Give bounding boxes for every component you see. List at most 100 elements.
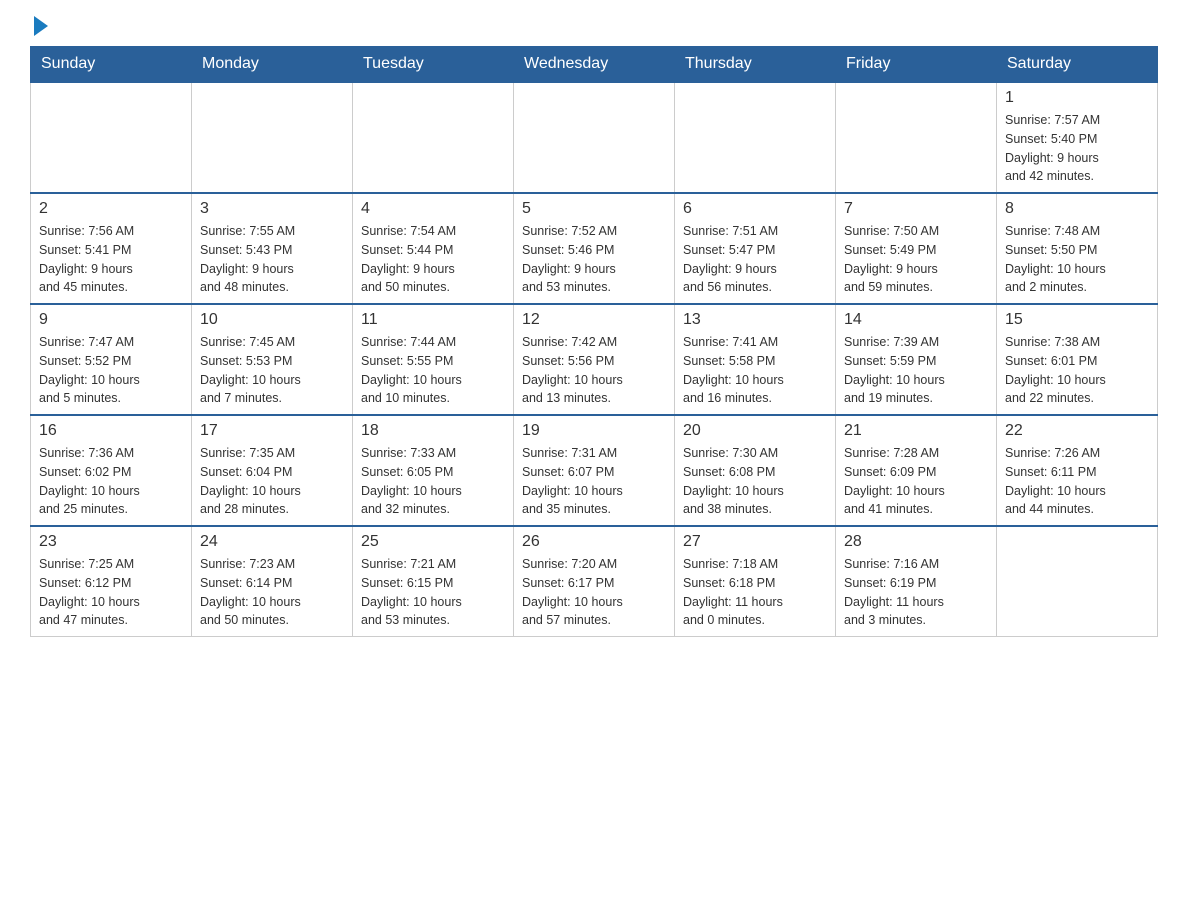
day-info: Sunrise: 7:39 AM Sunset: 5:59 PM Dayligh… [844, 333, 988, 408]
calendar-week-row: 1Sunrise: 7:57 AM Sunset: 5:40 PM Daylig… [31, 82, 1158, 193]
day-number: 4 [361, 200, 505, 218]
day-number: 2 [39, 200, 183, 218]
day-info: Sunrise: 7:33 AM Sunset: 6:05 PM Dayligh… [361, 444, 505, 519]
day-number: 12 [522, 311, 666, 329]
day-info: Sunrise: 7:44 AM Sunset: 5:55 PM Dayligh… [361, 333, 505, 408]
day-number: 14 [844, 311, 988, 329]
calendar-day-cell [353, 82, 514, 193]
calendar-day-cell: 13 Sunrise: 7:41 AM Sunset: 5:58 PM Dayli… [675, 304, 836, 415]
calendar-day-header: Tuesday [353, 47, 514, 83]
calendar-day-cell: 22 Sunrise: 7:26 AM Sunset: 6:11 PM Dayli… [997, 415, 1158, 526]
day-info: Sunrise: 7:52 AM Sunset: 5:46 PM Dayligh… [522, 222, 666, 297]
calendar-week-row: 23Sunrise: 7:25 AM Sunset: 6:12 PM Dayli… [31, 526, 1158, 637]
calendar-day-cell: 12 Sunrise: 7:42 AM Sunset: 5:56 PM Dayli… [514, 304, 675, 415]
day-info: Sunrise: 7:30 AM Sunset: 6:08 PM Dayligh… [683, 444, 827, 519]
day-number: 17 [200, 422, 344, 440]
day-number: 19 [522, 422, 666, 440]
calendar-day-cell: 9 Sunrise: 7:47 AM Sunset: 5:52 PM Daylig… [31, 304, 192, 415]
day-number: 15 [1005, 311, 1149, 329]
day-number: 23 [39, 533, 183, 551]
calendar-day-cell: 19 Sunrise: 7:31 AM Sunset: 6:07 PM Dayli… [514, 415, 675, 526]
day-info: Sunrise: 7:45 AM Sunset: 5:53 PM Dayligh… [200, 333, 344, 408]
day-info: Sunrise: 7:56 AM Sunset: 5:41 PM Dayligh… [39, 222, 183, 297]
day-number: 21 [844, 422, 988, 440]
calendar-day-cell [514, 82, 675, 193]
calendar-day-cell: 14 Sunrise: 7:39 AM Sunset: 5:59 PM Dayli… [836, 304, 997, 415]
calendar-week-row: 2 Sunrise: 7:56 AM Sunset: 5:41 PM Daylig… [31, 193, 1158, 304]
day-number: 6 [683, 200, 827, 218]
day-number: 25 [361, 533, 505, 551]
calendar-day-cell: 16 Sunrise: 7:36 AM Sunset: 6:02 PM Dayli… [31, 415, 192, 526]
calendar-day-cell: 5 Sunrise: 7:52 AM Sunset: 5:46 PM Daylig… [514, 193, 675, 304]
day-info: Sunrise: 7:54 AM Sunset: 5:44 PM Dayligh… [361, 222, 505, 297]
day-info: Sunrise: 7:48 AM Sunset: 5:50 PM Dayligh… [1005, 222, 1149, 297]
day-number: 7 [844, 200, 988, 218]
calendar-day-cell: 2 Sunrise: 7:56 AM Sunset: 5:41 PM Daylig… [31, 193, 192, 304]
calendar-day-header: Sunday [31, 47, 192, 83]
calendar-day-cell [31, 82, 192, 193]
day-number: 5 [522, 200, 666, 218]
calendar-day-cell [997, 526, 1158, 637]
calendar-day-cell: 21 Sunrise: 7:28 AM Sunset: 6:09 PM Dayli… [836, 415, 997, 526]
day-info: Sunrise: 7:23 AM Sunset: 6:14 PM Dayligh… [200, 555, 344, 630]
day-info: Sunrise: 7:26 AM Sunset: 6:11 PM Dayligh… [1005, 444, 1149, 519]
calendar-day-cell: 25 Sunrise: 7:21 AM Sunset: 6:15 PM Dayli… [353, 526, 514, 637]
day-number: 11 [361, 311, 505, 329]
day-info: Sunrise: 7:35 AM Sunset: 6:04 PM Dayligh… [200, 444, 344, 519]
calendar-day-cell: 15 Sunrise: 7:38 AM Sunset: 6:01 PM Dayli… [997, 304, 1158, 415]
day-info: Sunrise: 7:51 AM Sunset: 5:47 PM Dayligh… [683, 222, 827, 297]
day-info: Sunrise: 7:20 AM Sunset: 6:17 PM Dayligh… [522, 555, 666, 630]
day-number: 3 [200, 200, 344, 218]
day-info: Sunrise: 7:16 AM Sunset: 6:19 PM Dayligh… [844, 555, 988, 630]
day-number: 22 [1005, 422, 1149, 440]
calendar-day-header: Friday [836, 47, 997, 83]
calendar-day-cell: 8 Sunrise: 7:48 AM Sunset: 5:50 PM Daylig… [997, 193, 1158, 304]
day-number: 9 [39, 311, 183, 329]
day-info: Sunrise: 7:28 AM Sunset: 6:09 PM Dayligh… [844, 444, 988, 519]
day-number: 20 [683, 422, 827, 440]
calendar-day-cell: 4 Sunrise: 7:54 AM Sunset: 5:44 PM Daylig… [353, 193, 514, 304]
calendar-day-cell [192, 82, 353, 193]
calendar-table: SundayMondayTuesdayWednesdayThursdayFrid… [30, 46, 1158, 637]
day-info: Sunrise: 7:55 AM Sunset: 5:43 PM Dayligh… [200, 222, 344, 297]
day-number: 13 [683, 311, 827, 329]
calendar-day-header: Thursday [675, 47, 836, 83]
day-info: Sunrise: 7:21 AM Sunset: 6:15 PM Dayligh… [361, 555, 505, 630]
calendar-day-cell: 24 Sunrise: 7:23 AM Sunset: 6:14 PM Dayli… [192, 526, 353, 637]
calendar-day-cell [675, 82, 836, 193]
day-number: 10 [200, 311, 344, 329]
day-number: 24 [200, 533, 344, 551]
day-info: Sunrise: 7:18 AM Sunset: 6:18 PM Dayligh… [683, 555, 827, 630]
calendar-day-cell: 6 Sunrise: 7:51 AM Sunset: 5:47 PM Daylig… [675, 193, 836, 304]
day-number: 27 [683, 533, 827, 551]
day-info: Sunrise: 7:31 AM Sunset: 6:07 PM Dayligh… [522, 444, 666, 519]
calendar-day-cell: 27 Sunrise: 7:18 AM Sunset: 6:18 PM Dayli… [675, 526, 836, 637]
page-header [30, 20, 1158, 36]
logo-arrow-icon [34, 16, 48, 36]
calendar-day-cell: 3 Sunrise: 7:55 AM Sunset: 5:43 PM Daylig… [192, 193, 353, 304]
day-number: 16 [39, 422, 183, 440]
day-number: 1 [1005, 89, 1149, 107]
day-number: 18 [361, 422, 505, 440]
calendar-day-header: Monday [192, 47, 353, 83]
day-info: Sunrise: 7:47 AM Sunset: 5:52 PM Dayligh… [39, 333, 183, 408]
day-number: 26 [522, 533, 666, 551]
day-info: Sunrise: 7:38 AM Sunset: 6:01 PM Dayligh… [1005, 333, 1149, 408]
calendar-week-row: 9 Sunrise: 7:47 AM Sunset: 5:52 PM Daylig… [31, 304, 1158, 415]
day-number: 8 [1005, 200, 1149, 218]
day-info: Sunrise: 7:36 AM Sunset: 6:02 PM Dayligh… [39, 444, 183, 519]
calendar-day-cell: 20 Sunrise: 7:30 AM Sunset: 6:08 PM Dayli… [675, 415, 836, 526]
calendar-day-cell: 18 Sunrise: 7:33 AM Sunset: 6:05 PM Dayli… [353, 415, 514, 526]
calendar-week-row: 16 Sunrise: 7:36 AM Sunset: 6:02 PM Dayli… [31, 415, 1158, 526]
calendar-day-cell: 7 Sunrise: 7:50 AM Sunset: 5:49 PM Daylig… [836, 193, 997, 304]
calendar-day-cell: 1Sunrise: 7:57 AM Sunset: 5:40 PM Daylig… [997, 82, 1158, 193]
calendar-day-cell: 28 Sunrise: 7:16 AM Sunset: 6:19 PM Dayli… [836, 526, 997, 637]
calendar-day-cell: 11 Sunrise: 7:44 AM Sunset: 5:55 PM Dayli… [353, 304, 514, 415]
day-info: Sunrise: 7:50 AM Sunset: 5:49 PM Dayligh… [844, 222, 988, 297]
calendar-day-header: Wednesday [514, 47, 675, 83]
day-info: Sunrise: 7:41 AM Sunset: 5:58 PM Dayligh… [683, 333, 827, 408]
day-number: 28 [844, 533, 988, 551]
calendar-day-cell [836, 82, 997, 193]
calendar-day-cell: 26 Sunrise: 7:20 AM Sunset: 6:17 PM Dayli… [514, 526, 675, 637]
day-info: Sunrise: 7:42 AM Sunset: 5:56 PM Dayligh… [522, 333, 666, 408]
